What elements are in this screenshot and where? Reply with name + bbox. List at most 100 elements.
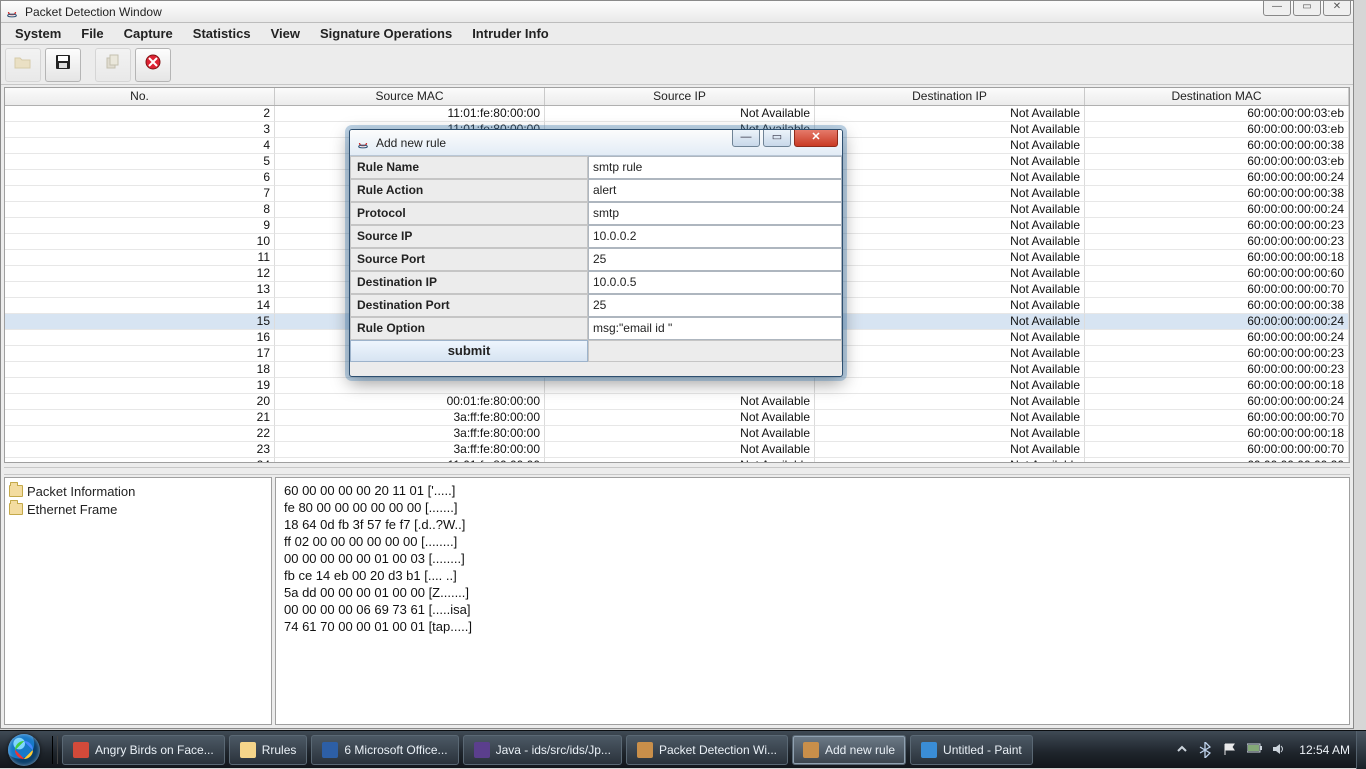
taskbar-item[interactable]: Angry Birds on Face... [62, 735, 225, 765]
dialog-titlebar[interactable]: Add new rule — ▭ ✕ [350, 130, 842, 156]
tree-node-packet-info[interactable]: Packet Information [9, 482, 267, 500]
cell-dmac: 60:00:00:00:00:24 [1085, 330, 1349, 346]
field-input[interactable]: smtp rule [588, 156, 842, 179]
field-input[interactable]: 10.0.0.2 [588, 225, 842, 248]
save-button[interactable] [45, 48, 81, 82]
col-header-dip[interactable]: Destination IP [815, 88, 1085, 105]
hex-dump-pane[interactable]: 60 00 00 00 00 20 11 01 ['.....] fe 80 0… [275, 477, 1350, 725]
cell-sip: Not Available [545, 410, 815, 426]
table-row[interactable]: 2000:01:fe:80:00:00Not AvailableNot Avai… [5, 394, 1349, 410]
taskbar-item-label: 6 Microsoft Office... [344, 743, 447, 757]
cell-smac: 3a:ff:fe:80:00:00 [275, 426, 545, 442]
dialog-close-button[interactable]: ✕ [794, 129, 838, 147]
col-header-dmac[interactable]: Destination MAC [1085, 88, 1349, 105]
tray-clock[interactable]: 12:54 AM [1295, 743, 1350, 757]
maximize-button[interactable]: ▭ [1293, 0, 1321, 16]
cell-dip: Not Available [815, 282, 1085, 298]
cell-sip: Not Available [545, 426, 815, 442]
cell-sip: Not Available [545, 442, 815, 458]
cell-sip [545, 378, 815, 394]
field-input[interactable]: 25 [588, 294, 842, 317]
minimize-button[interactable]: — [1263, 0, 1291, 16]
table-row[interactable]: 19Not Available60:00:00:00:00:18 [5, 378, 1349, 394]
col-header-smac[interactable]: Source MAC [275, 88, 545, 105]
field-label: Rule Action [350, 179, 588, 202]
java-icon [5, 5, 19, 19]
taskbar-item-label: Packet Detection Wi... [659, 743, 777, 757]
taskbar-item[interactable]: Untitled - Paint [910, 735, 1033, 765]
cell-no: 24 [5, 458, 275, 463]
taskbar: Angry Birds on Face... Rrules 6 Microsoft … [0, 730, 1366, 768]
table-row[interactable]: 2411:01:fe:80:00:00Not AvailableNot Avai… [5, 458, 1349, 463]
col-header-no[interactable]: No. [5, 88, 275, 105]
menu-signature-ops[interactable]: Signature Operations [312, 24, 460, 43]
java-icon [356, 136, 370, 150]
cell-no: 15 [5, 314, 275, 330]
cell-no: 4 [5, 138, 275, 154]
taskbar-item[interactable]: Add new rule [792, 735, 906, 765]
taskbar-item-label: Rrules [262, 743, 297, 757]
taskbar-divider [52, 736, 58, 764]
menubar: System File Capture Statistics View Sign… [1, 23, 1353, 45]
tray-show-hidden-icon[interactable] [1175, 742, 1191, 758]
titlebar[interactable]: Packet Detection Window — ▭ ✕ [1, 1, 1353, 23]
cell-dmac: 60:00:00:00:00:70 [1085, 442, 1349, 458]
taskbar-item-label: Angry Birds on Face... [95, 743, 214, 757]
menu-view[interactable]: View [263, 24, 308, 43]
tree-node-ethernet[interactable]: Ethernet Frame [9, 500, 267, 518]
taskbar-app-icon [921, 742, 937, 758]
cell-no: 16 [5, 330, 275, 346]
horizontal-splitter[interactable] [4, 467, 1350, 475]
cell-no: 9 [5, 218, 275, 234]
field-input[interactable]: smtp [588, 202, 842, 225]
cell-dip: Not Available [815, 442, 1085, 458]
taskbar-item[interactable]: 6 Microsoft Office... [311, 735, 458, 765]
cell-dmac: 60:00:00:00:03:eb [1085, 154, 1349, 170]
taskbar-app-icon [240, 742, 256, 758]
taskbar-item[interactable]: Java - ids/src/ids/Jp... [463, 735, 622, 765]
field-label: Source IP [350, 225, 588, 248]
cell-no: 8 [5, 202, 275, 218]
close-button[interactable]: ✕ [1323, 0, 1351, 16]
show-desktop-button[interactable] [1356, 731, 1366, 769]
cell-dip: Not Available [815, 362, 1085, 378]
taskbar-app-icon [637, 742, 653, 758]
menu-capture[interactable]: Capture [116, 24, 181, 43]
cell-dip: Not Available [815, 314, 1085, 330]
dialog-minimize-button[interactable]: — [732, 129, 760, 147]
dialog-maximize-button[interactable]: ▭ [763, 129, 791, 147]
field-input[interactable]: 10.0.0.5 [588, 271, 842, 294]
cell-dmac: 60:00:00:00:00:23 [1085, 362, 1349, 378]
table-row[interactable]: 211:01:fe:80:00:00Not AvailableNot Avail… [5, 106, 1349, 122]
start-button[interactable] [0, 731, 48, 769]
taskbar-item[interactable]: Packet Detection Wi... [626, 735, 788, 765]
table-row[interactable]: 213a:ff:fe:80:00:00Not AvailableNot Avai… [5, 410, 1349, 426]
cell-no: 6 [5, 170, 275, 186]
submit-button[interactable]: submit [350, 340, 588, 362]
taskbar-item[interactable]: Rrules [229, 735, 308, 765]
tray-volume-icon[interactable] [1271, 742, 1287, 758]
cell-dip: Not Available [815, 378, 1085, 394]
tray-flag-icon[interactable] [1223, 742, 1239, 758]
cell-dmac: 60:00:00:00:00:38 [1085, 138, 1349, 154]
floppy-icon [55, 54, 71, 75]
menu-intruder-info[interactable]: Intruder Info [464, 24, 557, 43]
field-input[interactable]: msg:"email id " [588, 317, 842, 340]
copy-button[interactable] [95, 48, 131, 82]
tray-bluetooth-icon[interactable] [1199, 742, 1215, 758]
open-button[interactable] [5, 48, 41, 82]
tray-battery-icon[interactable] [1247, 742, 1263, 758]
cell-dip: Not Available [815, 298, 1085, 314]
field-input[interactable]: 25 [588, 248, 842, 271]
col-header-sip[interactable]: Source IP [545, 88, 815, 105]
menu-system[interactable]: System [7, 24, 69, 43]
table-row[interactable]: 233a:ff:fe:80:00:00Not AvailableNot Avai… [5, 442, 1349, 458]
cell-no: 22 [5, 426, 275, 442]
intruder-alert-button[interactable] [135, 48, 171, 82]
field-input[interactable]: alert [588, 179, 842, 202]
menu-statistics[interactable]: Statistics [185, 24, 259, 43]
cell-dip: Not Available [815, 250, 1085, 266]
menu-file[interactable]: File [73, 24, 111, 43]
table-row[interactable]: 223a:ff:fe:80:00:00Not AvailableNot Avai… [5, 426, 1349, 442]
field-label: Source Port [350, 248, 588, 271]
